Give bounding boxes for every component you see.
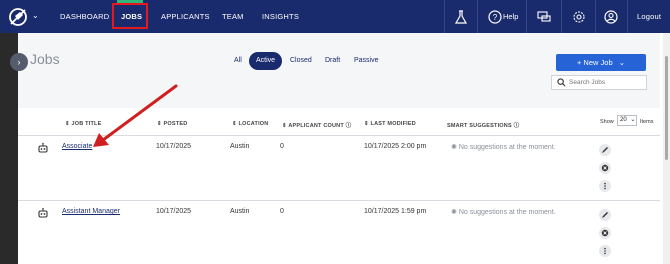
chevron-down-icon[interactable]: ⌄ xyxy=(32,11,39,20)
more-vertical-icon xyxy=(604,247,606,255)
svg-text:?: ? xyxy=(493,13,498,22)
nav-jobs-highlight-box xyxy=(112,3,148,29)
chevron-right-icon: › xyxy=(17,57,21,67)
col-applicant-count-label: APPLICANT COUNT xyxy=(288,123,344,129)
chevron-down-icon: ⌄ xyxy=(618,58,626,67)
filter-active[interactable]: Active xyxy=(249,52,283,70)
close-job-button[interactable] xyxy=(599,227,611,239)
filter-all[interactable]: All xyxy=(234,52,242,70)
pencil-icon xyxy=(602,147,608,153)
nav-insights[interactable]: INSIGHTS xyxy=(262,0,299,33)
filter-passive[interactable]: Passive xyxy=(354,52,379,70)
app-logo-icon[interactable] xyxy=(6,5,30,29)
location: Austin xyxy=(230,143,250,150)
show-label: Show xyxy=(600,119,614,125)
lightbulb-icon: ✺ xyxy=(451,144,457,151)
last-modified: 10/17/2025 2:00 pm xyxy=(364,143,427,150)
pencil-icon xyxy=(602,212,608,218)
edit-button[interactable] xyxy=(599,144,611,156)
nav-applicants[interactable]: APPLICANTS xyxy=(161,0,210,33)
scrollbar-thumb[interactable] xyxy=(665,56,668,160)
gear-icon[interactable] xyxy=(570,8,588,26)
page-title: Jobs xyxy=(30,51,60,67)
chat-icon[interactable] xyxy=(535,8,553,26)
edit-button[interactable] xyxy=(599,209,611,221)
job-title-link[interactable]: Assistant Manager xyxy=(62,208,120,215)
suggestion-text: No suggestions at the moment. xyxy=(458,209,556,216)
nav-divider xyxy=(526,0,527,33)
table-header: ⇕ JOB TITLE ⇕ POSTED ⇕ LOCATION ⇕ APPLIC… xyxy=(18,117,660,135)
posted-date: 10/17/2025 xyxy=(156,143,192,150)
col-smart-suggestions-label: SMART SUGGESTIONS xyxy=(447,123,512,129)
robot-icon xyxy=(38,142,48,153)
col-smart-suggestions: SMART SUGGESTIONS ⓘ xyxy=(447,121,519,129)
more-vertical-icon xyxy=(604,182,606,190)
expand-sidebar-button[interactable]: › xyxy=(10,53,28,71)
flask-icon[interactable] xyxy=(452,8,470,26)
search-jobs-field[interactable] xyxy=(551,75,647,90)
close-job-button[interactable] xyxy=(599,162,611,174)
col-job-title-label: JOB TITLE xyxy=(71,121,102,127)
nav-divider xyxy=(477,0,478,33)
info-icon[interactable]: ⓘ xyxy=(514,123,520,129)
new-job-button[interactable]: + New Job ⌄ xyxy=(556,54,646,71)
table-row: Associate 10/17/2025 Austin 0 10/17/2025… xyxy=(18,136,660,198)
logout-link[interactable]: Logout xyxy=(637,0,661,33)
page-size-select[interactable]: 20 ⌄ xyxy=(617,115,637,126)
nav-divider xyxy=(595,0,596,33)
more-options-button[interactable] xyxy=(599,245,611,257)
col-location-label: LOCATION xyxy=(238,121,269,127)
location: Austin xyxy=(230,208,250,215)
user-circle-icon[interactable] xyxy=(602,8,620,26)
filter-closed[interactable]: Closed xyxy=(290,52,312,70)
col-applicant-count[interactable]: ⇕ APPLICANT COUNT ⓘ xyxy=(282,121,351,129)
robot-icon xyxy=(38,207,48,218)
search-icon xyxy=(557,78,566,87)
col-posted-label: POSTED xyxy=(163,121,188,127)
nav-divider xyxy=(444,0,445,33)
col-posted[interactable]: ⇕ POSTED xyxy=(157,121,187,127)
col-last-modified[interactable]: ⇕ LAST MODIFIED xyxy=(364,121,416,127)
col-job-title[interactable]: ⇕ JOB TITLE xyxy=(65,121,101,127)
smart-suggestion: ✺ No suggestions at the moment. xyxy=(451,208,556,216)
last-modified: 10/17/2025 1:59 pm xyxy=(364,208,427,215)
applicant-count: 0 xyxy=(280,208,284,215)
posted-date: 10/17/2025 xyxy=(156,208,192,215)
info-icon[interactable]: ⓘ xyxy=(346,123,352,129)
items-label: Items xyxy=(640,119,654,125)
filter-draft[interactable]: Draft xyxy=(325,52,340,70)
nav-divider xyxy=(561,0,562,33)
new-job-label: + New Job xyxy=(576,58,613,67)
col-location[interactable]: ⇕ LOCATION xyxy=(232,121,268,127)
help-circle-icon[interactable]: ? xyxy=(486,8,504,26)
suggestion-text: No suggestions at the moment. xyxy=(458,144,556,151)
chevron-down-icon: ⌄ xyxy=(630,117,636,123)
smart-suggestion: ✺ No suggestions at the moment. xyxy=(451,143,556,151)
job-title-link[interactable]: Associate xyxy=(62,143,92,150)
search-input[interactable] xyxy=(569,77,644,88)
nav-dashboard[interactable]: DASHBOARD xyxy=(60,0,109,33)
help-link[interactable]: Help xyxy=(503,0,518,33)
close-circle-icon xyxy=(601,229,609,237)
main-content: Jobs All Active Closed Draft Passive + N… xyxy=(18,33,660,264)
applicant-count: 0 xyxy=(280,143,284,150)
more-options-button[interactable] xyxy=(599,180,611,192)
nav-team[interactable]: TEAM xyxy=(222,0,244,33)
page-size-value: 20 xyxy=(620,117,627,123)
table-row: Assistant Manager 10/17/2025 Austin 0 10… xyxy=(18,201,660,263)
col-last-modified-label: LAST MODIFIED xyxy=(370,121,416,127)
close-circle-icon xyxy=(601,164,609,172)
lightbulb-icon: ✺ xyxy=(451,209,457,216)
nav-divider xyxy=(627,0,628,33)
